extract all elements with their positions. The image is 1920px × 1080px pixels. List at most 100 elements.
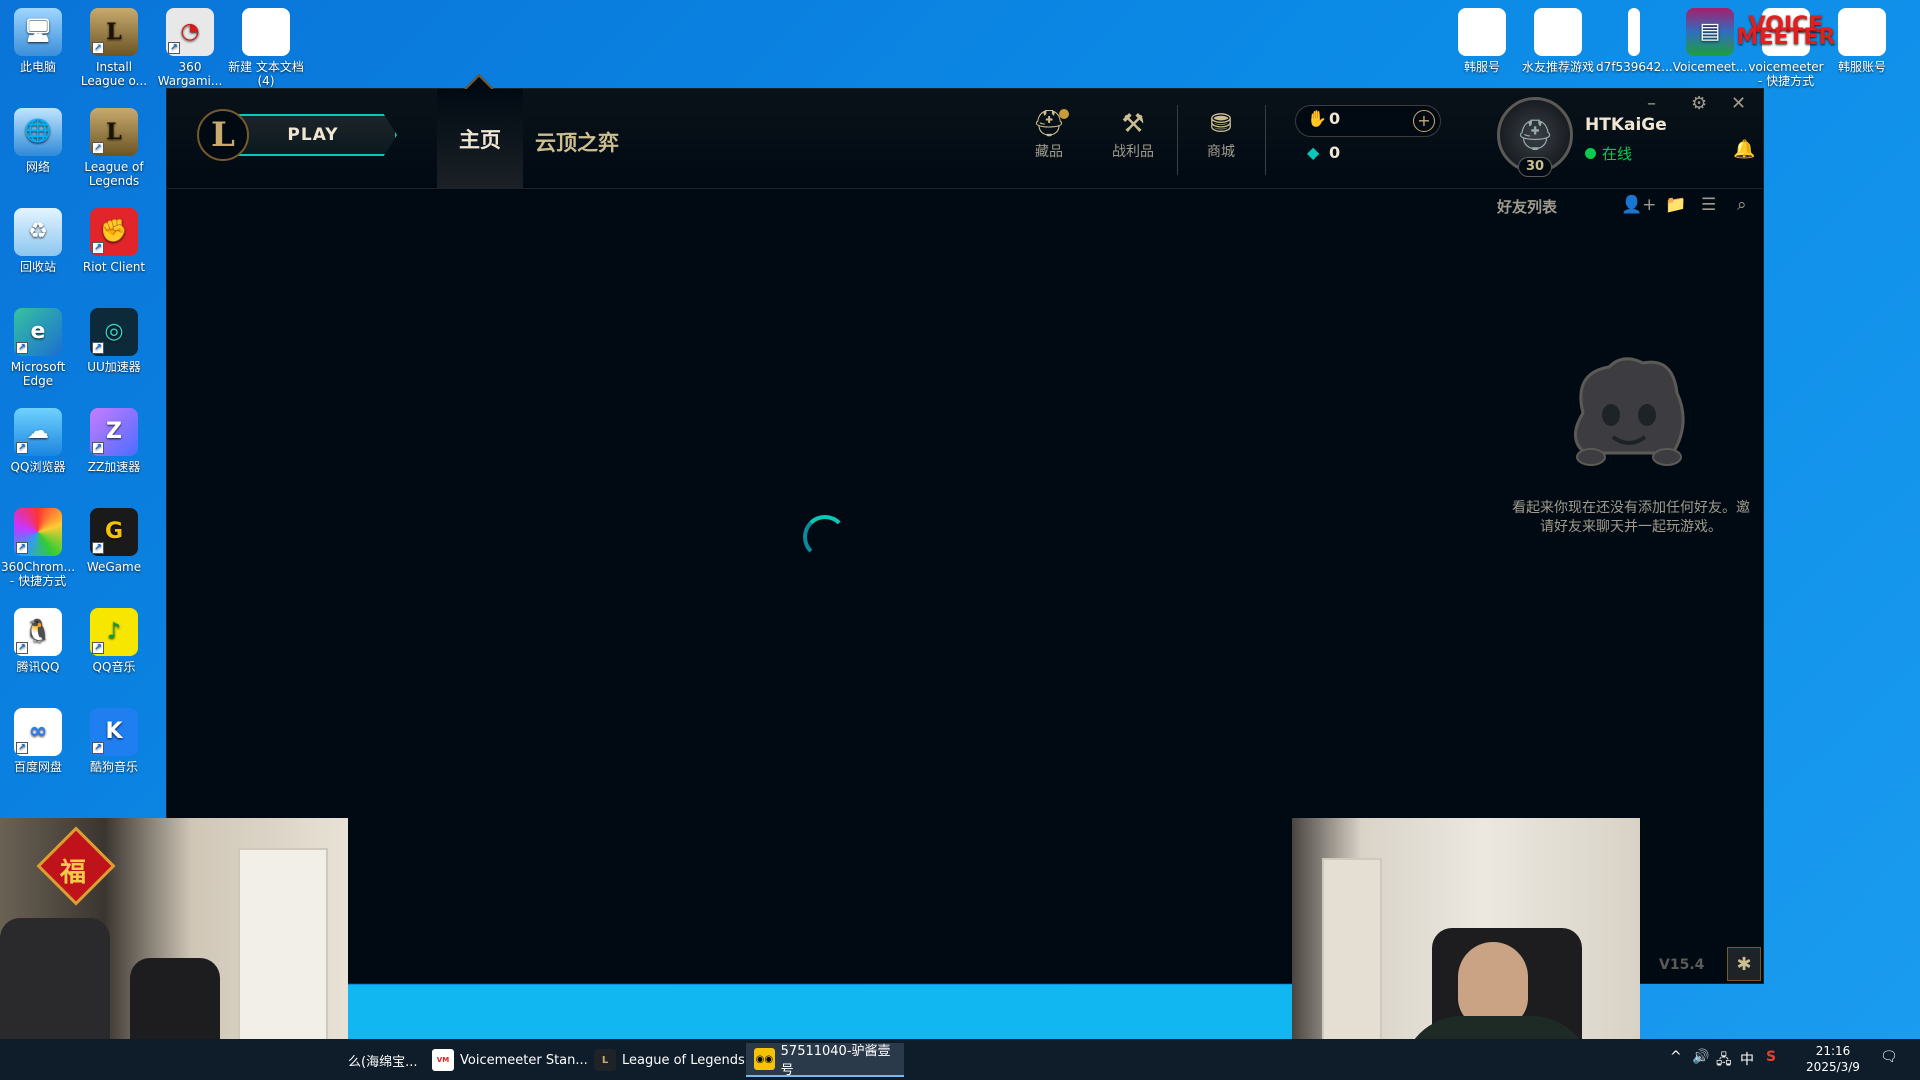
close-icon[interactable]: ✕ — [1731, 93, 1746, 114]
system-clock[interactable]: 21:16 2025/3/9 — [1802, 1043, 1864, 1075]
desktop-icon-label: 360 Wargami... — [157, 60, 223, 88]
desktop-icon-label: 回收站 — [19, 260, 56, 274]
desktop-icon-hash-file[interactable]: d7f539642... — [1596, 8, 1673, 74]
desktop-icon-edge[interactable]: e ↗ Microsoft Edge — [0, 308, 76, 388]
desktop-icon-label: Install League o... — [80, 60, 148, 88]
desktop-icon-label: UU加速器 — [87, 360, 141, 374]
desktop-icon-label: Voicemeet... — [1672, 60, 1748, 74]
poro-mascot-icon — [1574, 357, 1685, 466]
desktop-icon-voicemeeter-shortcut[interactable]: VOICE MEETER voicemeeter - 快捷方式 — [1737, 8, 1835, 88]
riot-points-icon: ◆ — [1307, 143, 1320, 162]
online-status[interactable]: 在线 — [1585, 143, 1632, 164]
list-view-icon[interactable]: ☰ — [1701, 195, 1716, 215]
desktop-icon-kugou[interactable]: K ↗ 酷狗音乐 — [76, 708, 152, 774]
buy-rp-button[interactable]: + — [1413, 110, 1435, 132]
text-file-icon — [1458, 8, 1506, 56]
desktop-icon-360-wargaming[interactable]: ◔ ↗ 360 Wargami... — [152, 8, 228, 88]
voicemeeter-icon: VOICE MEETER — [1737, 8, 1835, 56]
recycle-bin-icon: ♻ — [14, 208, 62, 256]
loot-button[interactable]: ⚒ 战利品 — [1103, 109, 1163, 161]
sogou-ime-icon[interactable]: S — [1766, 1049, 1776, 1065]
desktop-icon-recycle-bin[interactable]: ♻ 回收站 — [0, 208, 76, 274]
desktop-icon-label: 网络 — [25, 160, 50, 174]
desktop-icon-network[interactable]: 🌐 网络 — [0, 108, 76, 174]
desktop-icon-zz[interactable]: Z ↗ ZZ加速器 — [76, 408, 152, 474]
taskbar-item-label: League of Legends — [622, 1052, 745, 1068]
desktop-strip — [348, 985, 1292, 1039]
network-icon: 🌐 — [14, 108, 62, 156]
tab-home[interactable]: 主页 — [437, 89, 523, 189]
settings-gear-icon[interactable]: ⚙ — [1691, 93, 1707, 114]
desktop-icon-kr-account[interactable]: 韩服账号 — [1824, 8, 1900, 74]
qq-browser-icon: ☁ ↗ — [14, 408, 62, 456]
search-icon[interactable]: ⌕ — [1737, 195, 1747, 215]
blue-essence-value: 0 — [1329, 109, 1341, 128]
desktop-icon-label: voicemeeter - 快捷方式 — [1748, 60, 1824, 88]
desktop-icon-label: League of Legends — [84, 160, 144, 188]
ime-indicator[interactable]: 中 — [1740, 1049, 1754, 1069]
voicemeeter-icon: VM — [432, 1049, 454, 1071]
helmet-icon: ⛑ — [1515, 117, 1555, 153]
desktop-icon-wegame[interactable]: G ↗ WeGame — [76, 508, 152, 574]
desktop-icon-baidu-netdisk[interactable]: ∞ ↗ 百度网盘 — [0, 708, 76, 774]
desktop-icon-label: 水友推荐游戏 — [1521, 60, 1594, 74]
level-badge: 30 — [1518, 157, 1552, 177]
volume-icon[interactable]: 🔊 — [1692, 1049, 1709, 1065]
add-folder-icon[interactable]: 📁 — [1665, 195, 1686, 215]
voicemeeter-logo-text: VOICE MEETER — [1736, 13, 1836, 50]
baidu-netdisk-icon: ∞ ↗ — [14, 708, 62, 756]
desktop-icon-label: d7f539642... — [1596, 60, 1673, 74]
lol-installer-icon: L ↗ — [90, 8, 138, 56]
tray-overflow-chevron-icon[interactable]: ^ — [1670, 1049, 1682, 1065]
desktop-icon-uu[interactable]: ◎ ↗ UU加速器 — [76, 308, 152, 374]
desktop-icon-kr-server[interactable]: 韩服号 — [1444, 8, 1520, 74]
store-button[interactable]: ⛃ 商城 — [1191, 109, 1251, 161]
blue-essence-icon: ✋ — [1307, 109, 1327, 128]
divider — [1177, 105, 1178, 175]
riot-points-row: ◆ 0 — [1307, 143, 1340, 162]
clock-time: 21:16 — [1815, 1044, 1851, 1058]
text-file-icon — [1534, 8, 1582, 56]
store-label: 商城 — [1207, 144, 1235, 160]
lol-icon: L ↗ — [90, 108, 138, 156]
bug-report-icon[interactable]: ✱ — [1727, 947, 1761, 981]
desktop-icon-label: 新建 文本文档 (4) — [228, 60, 304, 88]
360-wargaming-icon: ◔ ↗ — [166, 8, 214, 56]
taskbar-item-voicemeeter[interactable]: VM Voicemeeter Stan... — [424, 1043, 596, 1077]
computer-icon: 🖥 — [14, 8, 62, 56]
desktop-icon-qq-music[interactable]: ♪ ↗ QQ音乐 — [76, 608, 152, 674]
divider — [1265, 105, 1266, 175]
action-center-icon[interactable]: 🗨 — [1880, 1049, 1898, 1065]
add-friend-icon[interactable]: 👤+ — [1621, 195, 1656, 215]
taskbar-item-app[interactable]: 么(海绵宝... — [340, 1043, 425, 1077]
desktop-icon-recommended-games[interactable]: 水友推荐游戏 — [1520, 8, 1596, 74]
collection-button[interactable]: ⛑ 藏品 — [1019, 109, 1079, 161]
network-tray-icon[interactable]: 🖧 — [1716, 1049, 1732, 1073]
desktop-icon-league-of-legends[interactable]: L ↗ League of Legends — [76, 108, 152, 188]
qq-music-icon: ♪ ↗ — [90, 608, 138, 656]
desktop-icon-qq-browser[interactable]: ☁ ↗ QQ浏览器 — [0, 408, 76, 474]
desktop-icon-this-pc[interactable]: 🖥 此电脑 — [0, 8, 76, 74]
empty-friends-message: 看起来你现在还没有添加任何好友。邀请好友来聊天并一起玩游戏。 — [1512, 500, 1750, 535]
desktop-icon-360-chrome[interactable]: ↗ 360Chrom... - 快捷方式 — [0, 508, 76, 588]
zz-accelerator-icon: Z ↗ — [90, 408, 138, 456]
play-button[interactable]: PLAY — [231, 114, 397, 156]
notification-dot — [1059, 109, 1069, 119]
desktop-icon-install-lol[interactable]: L ↗ Install League o... — [76, 8, 152, 88]
taskbar-item-league[interactable]: L League of Legends — [586, 1043, 753, 1077]
tab-tft[interactable]: 云顶之弈 — [535, 127, 619, 157]
username[interactable]: HTKaiGe — [1585, 115, 1667, 135]
taskbar-item-owl-app[interactable]: ◉◉ 57511040-驴酱壹号 — [746, 1043, 904, 1078]
uu-accelerator-icon: ◎ ↗ — [90, 308, 138, 356]
client-version: V15.4 — [1659, 957, 1705, 973]
minimize-button[interactable]: – — [1647, 93, 1656, 114]
desktop-icon-new-text-file[interactable]: 新建 文本文档 (4) — [228, 8, 304, 88]
collection-label: 藏品 — [1035, 144, 1063, 160]
notification-bell-icon[interactable]: 🔔 — [1733, 139, 1755, 160]
desktop-icon-label: ZZ加速器 — [87, 460, 141, 474]
store-icon: ⛃ — [1210, 109, 1232, 139]
taskbar-item-label: Voicemeeter Stan... — [460, 1052, 588, 1068]
desktop-icon-riot-client[interactable]: ✊ ↗ Riot Client — [76, 208, 152, 274]
loot-icon: ⚒ — [1121, 109, 1145, 139]
desktop-icon-qq[interactable]: 🐧 ↗ 腾讯QQ — [0, 608, 76, 674]
